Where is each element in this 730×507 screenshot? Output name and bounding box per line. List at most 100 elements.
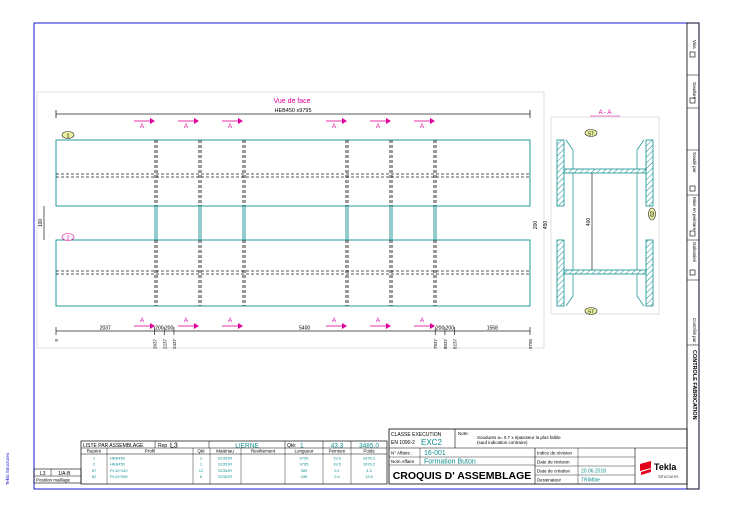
sheet-frame bbox=[33, 22, 700, 490]
dimension-value: 2037 bbox=[100, 326, 111, 332]
table-cell: HEB450 bbox=[110, 462, 126, 467]
section-height-dim: 450 bbox=[543, 221, 549, 230]
parts-list-headers: Repère Profil Qté Matériau Revêtement Longueu… bbox=[87, 449, 376, 454]
section-mark: A bbox=[332, 124, 336, 130]
dimension-value: 200 bbox=[155, 326, 164, 332]
dimension-value: 200 bbox=[446, 326, 455, 332]
beam-1 bbox=[55, 139, 531, 207]
side-item: Mise en peinture bbox=[692, 197, 697, 231]
section-marks-top: A A A A A A bbox=[134, 118, 435, 130]
table-cell: 2 bbox=[93, 462, 96, 467]
nom-value: Formation Buton bbox=[424, 459, 476, 466]
table-cell: 389 bbox=[301, 468, 308, 473]
section-mark: A bbox=[140, 124, 144, 130]
table-cell: 19.5 bbox=[333, 456, 342, 461]
parts-list: LISTE PAR ASSEMBLAGE Rep L3 LIERNE Qté: … bbox=[80, 440, 388, 485]
svg-text:62: 62 bbox=[650, 211, 656, 217]
cumulative-dimension: 0 bbox=[54, 339, 59, 342]
table-cell: 62 bbox=[92, 474, 97, 479]
cumulative-dimension: 2437 bbox=[172, 339, 177, 350]
note-label: Note: bbox=[458, 431, 469, 436]
side-item: Soudé par bbox=[692, 152, 697, 173]
front-view: Vue de face HEB450 x9795 A A A A A A 1 2… bbox=[36, 91, 545, 350]
dimension-value: 5400 bbox=[299, 326, 310, 332]
table-cell: S235JR bbox=[218, 462, 232, 467]
rev-date-label: Date de révision bbox=[537, 460, 570, 465]
side-item: Soudure bbox=[692, 82, 697, 100]
cumulative-dimension: 8237 bbox=[453, 339, 458, 350]
dimension-value: 200 bbox=[436, 326, 445, 332]
table-cell: 13.5 bbox=[365, 474, 374, 479]
drawing-title: CROQUIS D' ASSEMBLAGE bbox=[393, 470, 532, 482]
software-label: Tekla Structures bbox=[5, 452, 10, 485]
rev-index-label: Indice de révision bbox=[537, 451, 573, 456]
side-strip-content: Visa Soudure Soudé par Mise en peinture … bbox=[687, 40, 699, 420]
nom-label: Nom Affaire bbox=[391, 459, 415, 464]
side-dimension: 100 bbox=[38, 219, 44, 228]
position-box: L3 1/A-B Position maillage bbox=[33, 468, 82, 484]
table-row: 1 HEB450 1 S235JR 9795 19.5 1676.2 bbox=[93, 456, 376, 461]
position-value: L3 bbox=[40, 471, 46, 477]
cumulative-dimension: 2237 bbox=[162, 339, 167, 350]
section-mark: A bbox=[376, 318, 380, 324]
drawer-label: Dessinateur bbox=[537, 478, 562, 483]
class-value: EXC2 bbox=[421, 438, 442, 447]
side-item: Galvanisé bbox=[692, 242, 697, 263]
drawing-sheet: Vue de face HEB450 x9795 A A A A A A 1 2… bbox=[5, 22, 700, 490]
table-cell: 0.4 bbox=[334, 474, 340, 479]
table-cell: HEB450 bbox=[110, 456, 126, 461]
column-header: Longueur bbox=[294, 449, 314, 454]
svg-text:1: 1 bbox=[66, 133, 69, 139]
drawer-value: TRIMble bbox=[581, 478, 600, 484]
section-mark: A bbox=[332, 318, 336, 324]
creation-value: 20.06.2018 bbox=[581, 469, 606, 475]
section-beam-1 bbox=[556, 139, 654, 207]
dimension-value: 1558 bbox=[487, 326, 498, 332]
part-mark-62: 62 bbox=[648, 207, 656, 221]
rep-value: L3 bbox=[170, 443, 178, 450]
profile-label: HEB450 x9795 bbox=[275, 108, 312, 114]
front-view-frame bbox=[36, 91, 545, 349]
dimension-chain: 0 2037 2237 2437 7837 8037 8237 97952037 200 200 5… bbox=[54, 326, 533, 350]
table-row: 2 HEB450 1 S235JR 9795 19.5 1676.2 bbox=[93, 462, 376, 467]
part-mark-1: 1 bbox=[61, 131, 75, 139]
creation-label: Date de création bbox=[537, 469, 571, 474]
beam-2 bbox=[55, 239, 531, 307]
section-view-frame bbox=[550, 116, 660, 315]
section-beam-2 bbox=[556, 239, 654, 307]
table-cell: PL10*140 bbox=[110, 468, 128, 473]
column-header: Matériau bbox=[216, 449, 234, 454]
table-cell: 1 bbox=[93, 456, 96, 461]
table-cell: 1 bbox=[200, 456, 203, 461]
section-title: A - A bbox=[599, 110, 612, 116]
class-norm: EN 1090-2 bbox=[391, 440, 415, 446]
note-line-2: (sauf indication contraire) bbox=[477, 440, 528, 445]
affaire-value: 16-001 bbox=[424, 450, 446, 457]
table-cell: 0.1 bbox=[334, 468, 340, 473]
cumulative-dimension: 8037 bbox=[443, 339, 448, 350]
table-cell: 9795 bbox=[300, 462, 310, 467]
section-marks-bottom: A A A A A A bbox=[134, 318, 435, 329]
table-cell: 6 bbox=[200, 474, 203, 479]
connection-plates bbox=[154, 206, 437, 240]
table-cell: 4.3 bbox=[366, 468, 372, 473]
svg-text:57: 57 bbox=[588, 131, 594, 137]
section-mark: A bbox=[184, 318, 188, 324]
affaire-label: N° Affaire : bbox=[391, 451, 412, 456]
stiffeners bbox=[154, 140, 437, 306]
section-mark: A bbox=[420, 124, 424, 130]
control-title: CONTROLE FABRICATION bbox=[691, 350, 697, 420]
table-cell: S235JR bbox=[218, 468, 232, 473]
view-title: Vue de face bbox=[273, 98, 310, 105]
visa-label: Visa bbox=[692, 40, 697, 49]
table-cell: 1 bbox=[200, 462, 203, 467]
svg-text:2: 2 bbox=[66, 235, 69, 241]
table-cell: 435 bbox=[301, 474, 308, 479]
table-row: 57 PL10*140 12 S235JR 389 0.1 4.3 bbox=[92, 468, 373, 473]
table-row: 62 PL10*395 6 S235JR 435 0.4 13.5 bbox=[92, 474, 374, 479]
table-cell: 1676.2 bbox=[363, 456, 376, 461]
web-height-dim: 400 bbox=[586, 218, 592, 227]
parts-list-rows: 1 HEB450 1 S235JR 9795 19.5 1676.2 2 HEB450 1 S235… bbox=[92, 456, 376, 480]
table-cell: 57 bbox=[92, 468, 97, 473]
table-cell: 19.5 bbox=[333, 462, 342, 467]
